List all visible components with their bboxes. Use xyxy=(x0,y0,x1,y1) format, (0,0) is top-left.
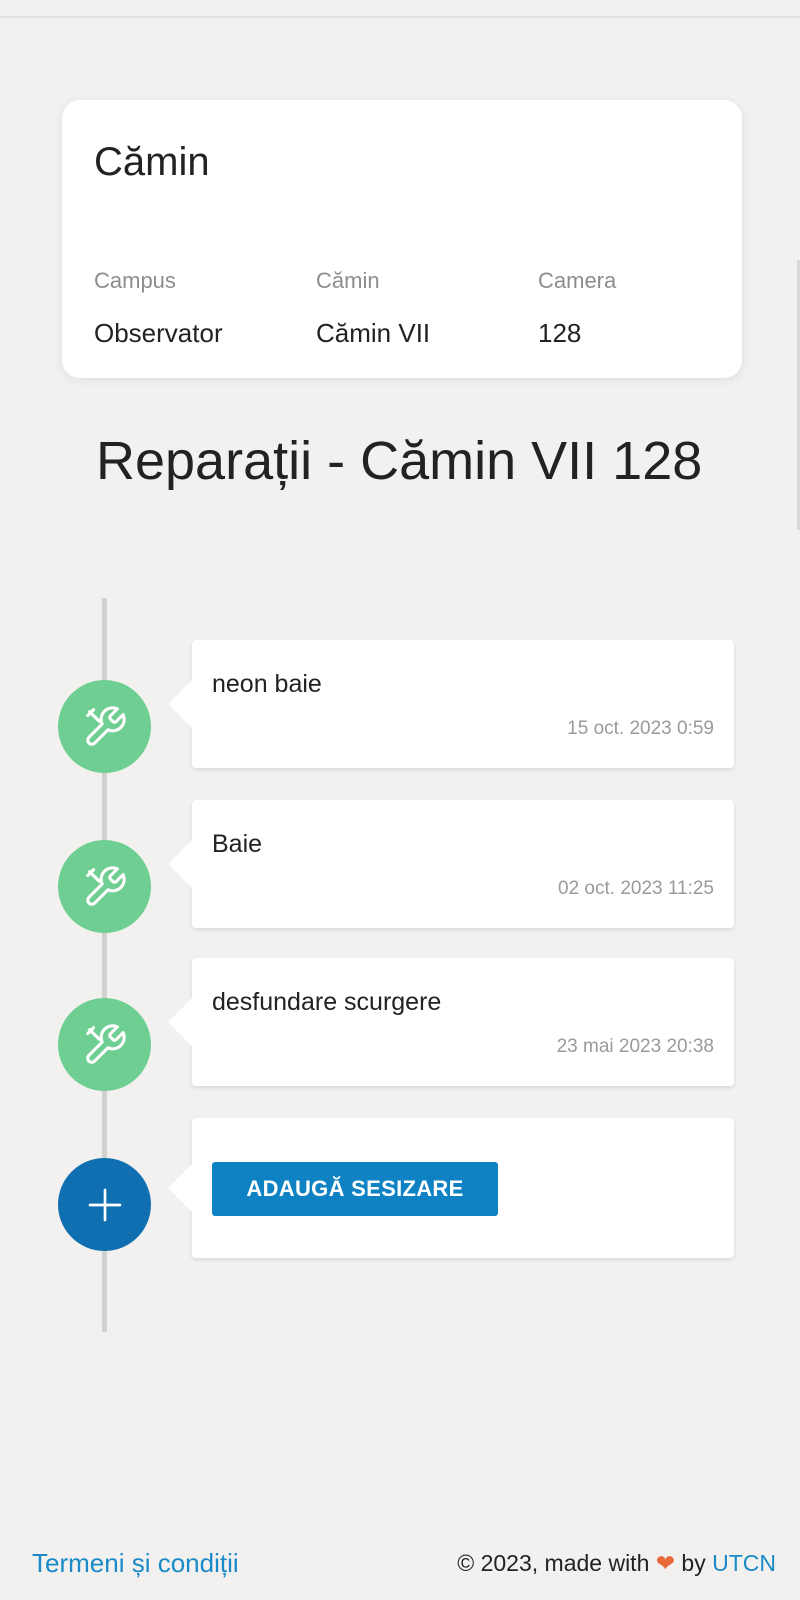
add-report-card: ADAUGĂ SESIZARE xyxy=(168,1118,734,1258)
tools-icon xyxy=(58,680,151,773)
repair-description: neon baie xyxy=(212,670,322,698)
page-title: Reparații - Cămin VII 128 xyxy=(96,431,703,491)
repair-date: 23 mai 2023 20:38 xyxy=(556,1036,714,1057)
repair-item[interactable]: Baie 02 oct. 2023 11:25 xyxy=(168,800,734,928)
campus-label: Campus xyxy=(94,268,176,293)
repair-item[interactable]: neon baie 15 oct. 2023 0:59 xyxy=(168,640,734,768)
camin-column: Cămin Cămin VII xyxy=(316,268,430,349)
heart-icon: ❤ xyxy=(655,1550,676,1576)
camera-column: Camera 128 xyxy=(538,268,616,349)
camin-label: Cămin xyxy=(316,268,380,293)
repair-date: 02 oct. 2023 11:25 xyxy=(558,878,714,899)
add-report-button[interactable]: ADAUGĂ SESIZARE xyxy=(212,1162,498,1216)
camin-info-card: Cămin Campus Observator Cămin Cămin VII … xyxy=(62,100,742,378)
copyright-by: by xyxy=(681,1550,706,1576)
repair-description: Baie xyxy=(212,830,263,858)
repair-item[interactable]: desfundare scurgere 23 mai 2023 20:38 xyxy=(168,958,734,1086)
camera-label: Camera xyxy=(538,268,617,293)
camin-value: Cămin VII xyxy=(316,318,431,348)
camera-value: 128 xyxy=(538,318,582,348)
repair-date: 15 oct. 2023 0:59 xyxy=(567,718,714,739)
tools-icon xyxy=(58,840,151,933)
tools-icon xyxy=(58,998,151,1091)
campus-value: Observator xyxy=(94,318,223,348)
copyright-text: © 2023, made with xyxy=(457,1550,650,1576)
plus-icon[interactable] xyxy=(58,1158,151,1251)
repair-description: desfundare scurgere xyxy=(212,988,442,1016)
terms-link[interactable]: Termeni și condiții xyxy=(32,1548,239,1579)
card-title: Cămin xyxy=(94,140,210,184)
brand-link[interactable]: UTCN xyxy=(712,1550,776,1576)
footer-copyright: © 2023, made with ❤ by UTCN xyxy=(457,1550,776,1577)
top-divider xyxy=(0,16,800,18)
campus-column: Campus Observator xyxy=(94,268,223,349)
